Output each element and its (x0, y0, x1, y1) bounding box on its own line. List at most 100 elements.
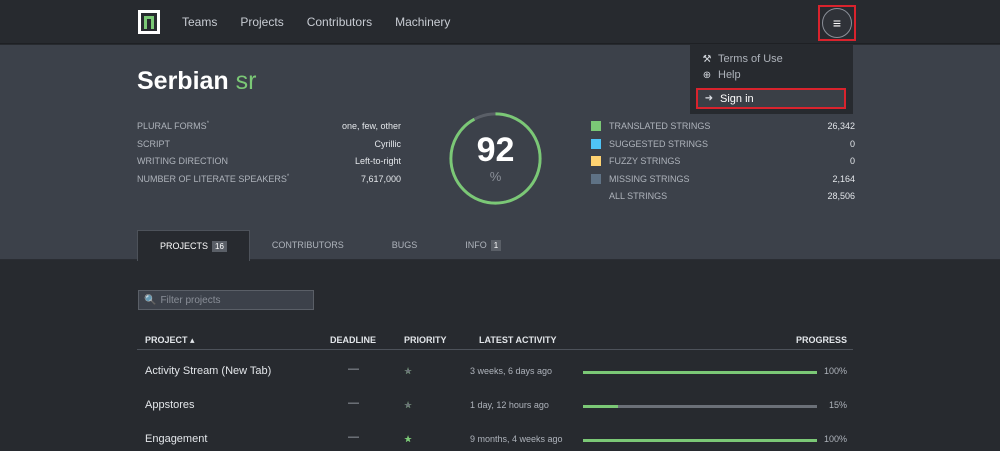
top-navigation: Teams Projects Contributors Machinery ≡ (0, 0, 1000, 44)
column-header-deadline[interactable]: DEADLINE (330, 335, 376, 345)
stat-all: ALL STRINGS 28,506 (591, 191, 855, 201)
progress-bar[interactable] (583, 371, 817, 374)
stat-value: 2,164 (832, 174, 855, 184)
all-swatch (591, 191, 601, 201)
table-row[interactable]: Engagement — ★ ★ ★ ★ ★ 9 months, 4 weeks ago… (137, 423, 853, 451)
gavel-icon: ⚒ (702, 53, 712, 65)
meta-label: PLURAL FORMS (137, 121, 207, 131)
stat-label[interactable]: MISSING STRINGS (609, 174, 832, 184)
sign-in-icon: ➜ (704, 93, 714, 104)
column-header-priority[interactable]: PRIORITY (404, 335, 447, 345)
star-filled-icon: ★ (404, 434, 412, 444)
latest-activity[interactable]: 1 day, 12 hours ago (470, 400, 549, 410)
menu-item-label[interactable]: Terms of Use (718, 53, 783, 65)
progress-bar[interactable] (583, 439, 817, 442)
progress-percent: 100% (823, 366, 847, 376)
project-name[interactable]: Engagement (145, 433, 207, 445)
latest-activity[interactable]: 9 months, 4 weeks ago (470, 434, 563, 444)
completion-percent-sign: % (489, 169, 502, 184)
menu-item-label[interactable]: Help (718, 69, 741, 81)
projects-table-header: PROJECT ▴ DEADLINE PRIORITY LATEST ACTIV… (137, 330, 853, 350)
column-header-progress[interactable]: PROGRESS (796, 335, 847, 345)
table-row[interactable]: Activity Stream (New Tab) — ★ ★ ★ ★ ★ 3 week… (137, 355, 853, 389)
star-empty-icon: ★ (404, 366, 412, 376)
star-empty-icon: ★ (404, 400, 412, 410)
stat-value: 26,342 (827, 121, 855, 131)
main-nav-links: Teams Projects Contributors Machinery (182, 15, 450, 29)
tab-label[interactable]: INFO (465, 240, 487, 250)
meta-value: Cyrillic (374, 139, 402, 149)
project-name[interactable]: Activity Stream (New Tab) (145, 365, 271, 377)
meta-value: one, few, other (341, 121, 401, 131)
meta-footnote: * (206, 121, 210, 127)
stat-value: 28,506 (827, 191, 855, 201)
meta-literate-speakers: NUMBER OF LITERATE SPEAKERS* 7,617,000 (137, 174, 401, 184)
tab-info[interactable]: INFO 1 (439, 230, 523, 260)
table-row[interactable]: Appstores — ★ ★ ★ ★ ★ 1 day, 12 hours ago 15… (137, 389, 853, 423)
latest-activity[interactable]: 3 weeks, 6 days ago (470, 366, 552, 376)
menu-item-terms[interactable]: ⚒ Terms of Use (702, 53, 783, 65)
meta-writing-direction: WRITING DIRECTION Left-to-right (137, 156, 401, 166)
locale-code: sr (235, 67, 257, 95)
completion-percent: 92 (476, 131, 515, 169)
search-icon: 🔍 (144, 294, 157, 306)
stat-fuzzy: FUZZY STRINGS 0 (591, 156, 855, 166)
tab-label[interactable]: BUGS (392, 240, 418, 250)
hamburger-icon[interactable]: ≡ (822, 8, 852, 38)
tab-count-badge: 1 (490, 239, 502, 251)
menu-item-sign-in[interactable]: ➜ Sign in (696, 88, 846, 109)
filter-projects-box[interactable]: 🔍 (138, 290, 314, 310)
progress-fill (583, 405, 619, 408)
tab-bugs[interactable]: BUGS (366, 230, 440, 260)
meta-label: NUMBER OF LITERATE SPEAKERS (137, 174, 287, 184)
progress-bar[interactable] (583, 405, 817, 408)
nav-link-machinery[interactable]: Machinery (395, 15, 450, 29)
stat-missing: MISSING STRINGS 2,164 (591, 174, 855, 184)
nav-link-projects[interactable]: Projects (240, 15, 283, 29)
tab-label[interactable]: CONTRIBUTORS (272, 240, 344, 250)
tab-label[interactable]: PROJECTS (160, 241, 208, 251)
filter-projects-input[interactable] (160, 294, 311, 306)
locale-name: Serbian (137, 67, 229, 95)
stat-value: 0 (849, 139, 855, 149)
column-header-project[interactable]: PROJECT ▴ (145, 335, 195, 346)
menu-item-help[interactable]: ⊕ Help (702, 69, 741, 81)
stat-value: 0 (849, 156, 855, 166)
stat-suggested: SUGGESTED STRINGS 0 (591, 139, 855, 149)
progress-fill (583, 439, 817, 442)
meta-label: SCRIPT (137, 139, 171, 149)
main-menu-dropdown: ⚒ Terms of Use ⊕ Help ➜ Sign in (690, 44, 853, 114)
stat-label[interactable]: TRANSLATED STRINGS (609, 121, 827, 131)
deadline-value: — (348, 363, 359, 375)
meta-value: 7,617,000 (360, 174, 401, 184)
column-header-latest-activity[interactable]: LATEST ACTIVITY (479, 335, 557, 345)
life-ring-icon: ⊕ (702, 69, 712, 81)
project-name[interactable]: Appstores (145, 399, 195, 411)
progress-percent: 100% (823, 434, 847, 444)
progress-percent: 15% (828, 400, 847, 410)
deadline-value: — (348, 431, 359, 443)
nav-link-teams[interactable]: Teams (182, 15, 217, 29)
meta-plural-forms: PLURAL FORMS* one, few, other (137, 121, 401, 131)
logo-inner-shape (144, 16, 154, 29)
missing-swatch (591, 174, 601, 184)
meta-label: WRITING DIRECTION (137, 156, 228, 166)
page-title: Serbian sr (137, 67, 256, 96)
progress-fill (583, 371, 817, 374)
deadline-value: — (348, 397, 359, 409)
stat-label[interactable]: FUZZY STRINGS (609, 156, 850, 166)
tab-contributors[interactable]: CONTRIBUTORS (250, 230, 366, 260)
main-menu-button[interactable]: ≡ (818, 5, 856, 41)
stat-label[interactable]: ALL STRINGS (609, 191, 827, 201)
locale-tabs: PROJECTS 16 CONTRIBUTORS BUGS INFO 1 (137, 230, 523, 261)
meta-footnote: * (286, 174, 290, 180)
tab-count-badge: 16 (212, 240, 227, 252)
tab-projects[interactable]: PROJECTS 16 (137, 230, 250, 261)
suggested-swatch (591, 139, 601, 149)
stat-label[interactable]: SUGGESTED STRINGS (609, 139, 850, 149)
pontoon-logo-icon[interactable] (138, 10, 160, 34)
fuzzy-swatch (591, 156, 601, 166)
nav-link-contributors[interactable]: Contributors (307, 15, 372, 29)
stat-translated: TRANSLATED STRINGS 26,342 (591, 121, 855, 131)
menu-item-label[interactable]: Sign in (720, 93, 754, 105)
